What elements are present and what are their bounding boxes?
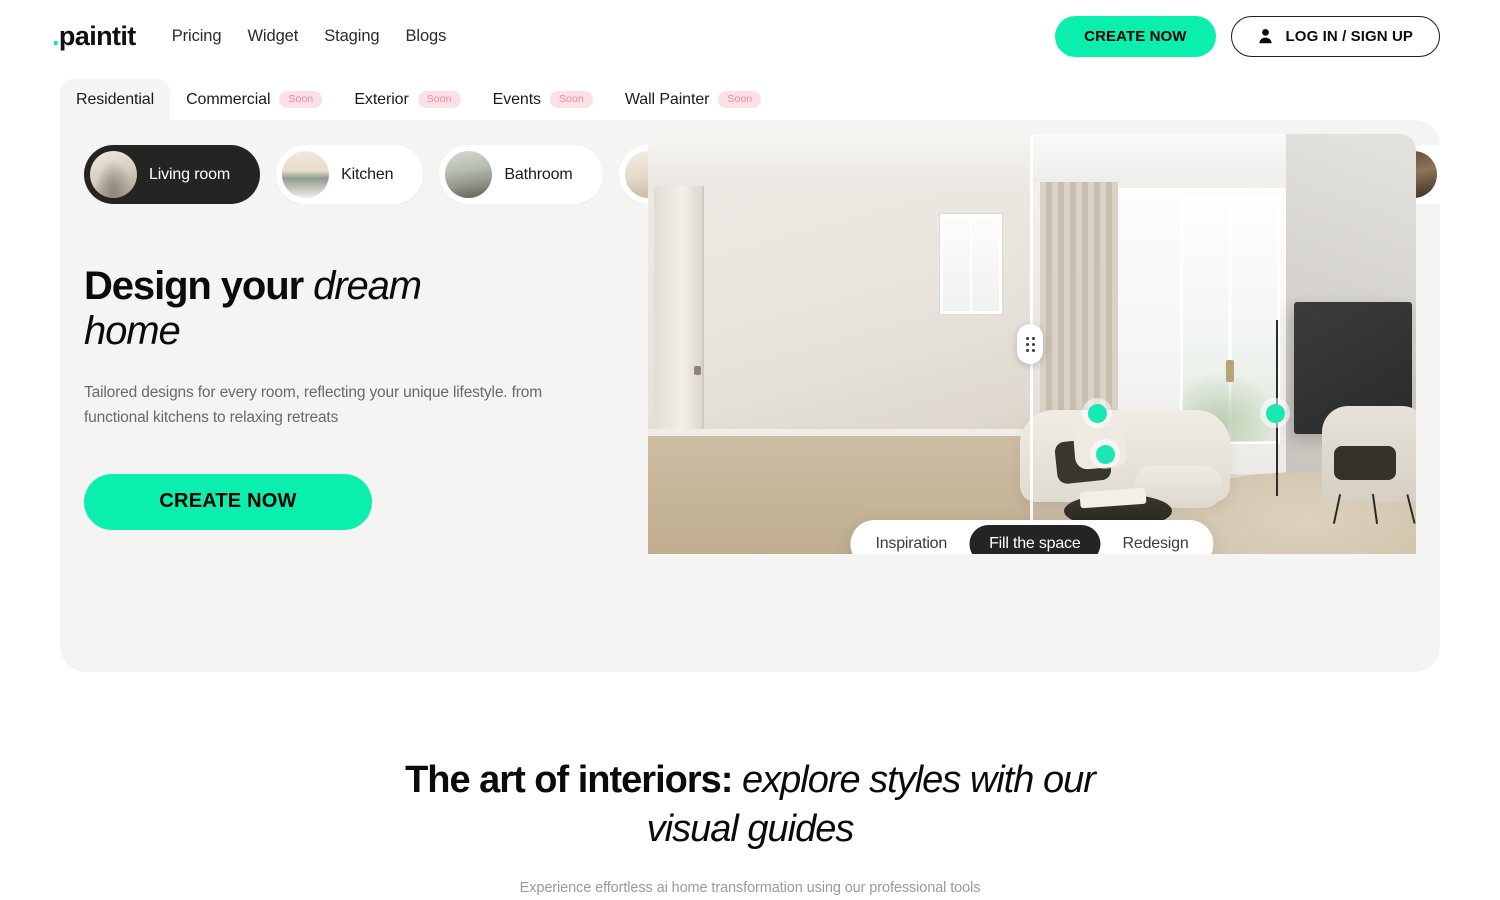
nav-link-pricing[interactable]: Pricing: [172, 27, 222, 46]
room-thumbnail-icon: [445, 151, 493, 198]
primary-nav: Pricing Widget Staging Blogs: [172, 27, 447, 46]
room-chip-bathroom[interactable]: Bathroom: [439, 145, 603, 204]
tab-events[interactable]: Events Soon: [477, 79, 609, 120]
section-subtitle: Experience effortless ai home transforma…: [519, 880, 981, 897]
brand-dot-icon: .: [52, 20, 59, 51]
create-now-button-hero[interactable]: CREATE NOW: [84, 473, 372, 530]
mode-segmented-control[interactable]: Inspiration Fill the space Redesign: [850, 520, 1214, 554]
tab-wall-painter[interactable]: Wall Painter Soon: [609, 79, 777, 120]
brand-logo[interactable]: . paintit: [52, 21, 136, 52]
login-signup-button[interactable]: LOG IN / SIGN UP: [1230, 15, 1440, 57]
hotspot-marker-chair[interactable]: [1260, 398, 1290, 428]
room-chip-label: Living room: [149, 165, 231, 183]
hero-title-bold: Design your: [84, 264, 314, 308]
drag-handle-icon: [1025, 336, 1035, 352]
tab-label: Wall Painter: [624, 90, 710, 108]
hotspot-marker-sofa[interactable]: [1082, 398, 1112, 428]
brand-name: paintit: [58, 20, 136, 51]
tab-commercial[interactable]: Commercial Soon: [170, 79, 338, 120]
tab-label: Residential: [76, 90, 155, 108]
tab-label: Commercial: [186, 90, 271, 108]
hero-copy: Design your dream home Tailored designs …: [60, 204, 648, 530]
hero-body: Design your dream home Tailored designs …: [60, 134, 1440, 554]
site-header: . paintit Pricing Widget Staging Blogs CR…: [0, 0, 1500, 72]
soon-badge: Soon: [417, 91, 461, 108]
hero-title: Design your dream home: [84, 264, 504, 354]
doorknob-shape: [694, 366, 701, 375]
mode-option-redesign[interactable]: Redesign: [1103, 525, 1209, 554]
tab-residential[interactable]: Residential: [60, 79, 171, 120]
room-chip-label: Kitchen: [341, 165, 394, 183]
ceiling-shape: [648, 134, 1030, 192]
soon-badge: Soon: [279, 91, 323, 108]
door-handle-shape: [1226, 360, 1234, 382]
visual-guides-section: The art of interiors: explore styles wit…: [0, 756, 1500, 896]
user-icon: [1258, 28, 1273, 44]
mode-option-inspiration[interactable]: Inspiration: [855, 525, 967, 554]
room-chip-living-room[interactable]: Living room: [84, 145, 261, 204]
header-actions: CREATE NOW LOG IN / SIGN UP: [1055, 15, 1440, 57]
armchair-pillow-shape: [1334, 446, 1396, 480]
room-thumbnail-icon: [282, 151, 330, 198]
hero-card: Living room Kitchen Bathroom Bedroom Din…: [60, 120, 1440, 672]
soon-badge: Soon: [718, 91, 762, 108]
nav-link-staging[interactable]: Staging: [324, 27, 379, 46]
before-image: [648, 134, 1030, 554]
room-thumbnail-icon: [90, 151, 137, 198]
nav-link-blogs[interactable]: Blogs: [405, 27, 446, 46]
tab-exterior[interactable]: Exterior Soon: [338, 79, 476, 120]
room-chip-kitchen[interactable]: Kitchen: [276, 145, 424, 204]
section-title-bold: The art of interiors:: [405, 759, 742, 801]
after-image: [1020, 134, 1416, 554]
hero-subtitle: Tailored designs for every room, reflect…: [84, 383, 543, 426]
tab-label: Exterior: [354, 90, 409, 108]
comparison-slider-handle[interactable]: [1017, 324, 1043, 364]
soon-badge: Soon: [549, 91, 593, 108]
tab-label: Events: [492, 90, 541, 108]
hotspot-marker-table[interactable]: [1090, 439, 1120, 469]
before-after-comparison[interactable]: Inspiration Fill the space Redesign: [648, 134, 1416, 554]
login-signup-label: LOG IN / SIGN UP: [1285, 27, 1413, 45]
category-tabs: Residential Commercial Soon Exterior Soo…: [0, 72, 1500, 120]
section-title: The art of interiors: explore styles wit…: [400, 756, 1100, 853]
create-now-button-header[interactable]: CREATE NOW: [1055, 15, 1216, 57]
mode-option-fill-the-space[interactable]: Fill the space: [969, 525, 1101, 554]
window-shape: [940, 214, 1002, 314]
nav-link-widget[interactable]: Widget: [247, 27, 298, 46]
room-chip-label: Bathroom: [504, 165, 573, 183]
